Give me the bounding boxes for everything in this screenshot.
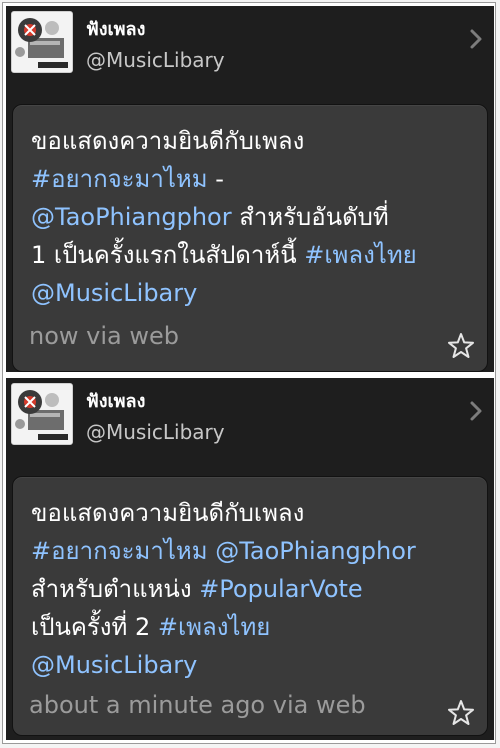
user-display-name[interactable]: ฟังเพลง xyxy=(86,386,145,415)
tweet-line: เป็นครั้งที่ 2 #เพลงไทย xyxy=(31,613,270,641)
user-display-name[interactable]: ฟังเพลง xyxy=(86,14,145,43)
tweet-bubble: ขอแสดงความยินดีกับเพลง #อยากจะมาไหม @Tao… xyxy=(12,476,488,736)
tweet-text: ขอแสดงความยินดีกับเพลง xyxy=(31,499,305,527)
chevron-right-icon[interactable] xyxy=(468,400,484,422)
tweet-line: @MusicLibary xyxy=(31,279,197,307)
tweet-text: ขอแสดงความยินดีกับเพลง xyxy=(31,127,305,155)
music-logo-icon xyxy=(12,12,72,72)
tweet-timestamp: about a minute ago via web xyxy=(29,691,366,719)
tweet-text: สำหรับอันดับที่ xyxy=(231,203,389,231)
tweet-text: สำหรับตำแหน่ง xyxy=(31,575,200,603)
user-avatar[interactable] xyxy=(11,11,73,73)
chevron-right-icon[interactable] xyxy=(468,28,484,50)
tweet-text: เป็นครั้งที่ 2 xyxy=(31,613,158,641)
tweet-panel: ฟังเพลง @MusicLibary ขอแสดงความยินดีกับเ… xyxy=(6,378,494,740)
tweet-header[interactable]: ฟังเพลง @MusicLibary xyxy=(6,6,494,98)
tweet-line: สำหรับตำแหน่ง #PopularVote xyxy=(31,575,363,603)
tweet-timestamp: now via web xyxy=(29,322,179,350)
star-outline-icon[interactable] xyxy=(447,332,475,360)
hashtag-link[interactable]: #เพลงไทย xyxy=(304,241,417,269)
mention-link[interactable]: @MusicLibary xyxy=(31,651,197,679)
tweet-line: ขอแสดงความยินดีกับเพลง xyxy=(31,127,304,155)
tweet-text: 1 เป็นครั้งแรกในสัปดาห์นี้ xyxy=(31,241,305,269)
tweet-line: @MusicLibary xyxy=(31,651,197,679)
mention-link[interactable]: @TaoPhiangphor xyxy=(215,537,416,565)
tweet-line: #อยากจะมาไหม - xyxy=(31,165,224,193)
tweet-line: 1 เป็นครั้งแรกในสัปดาห์นี้ #เพลงไทย xyxy=(31,241,417,269)
mention-link[interactable]: @MusicLibary xyxy=(31,279,197,307)
tweet-line: @TaoPhiangphor สำหรับอันดับที่ xyxy=(31,203,389,231)
tweet-bubble: ขอแสดงความยินดีกับเพลง #อยากจะมาไหม - @T… xyxy=(12,104,488,372)
user-avatar[interactable] xyxy=(11,383,73,445)
tweet-line: ขอแสดงความยินดีกับเพลง xyxy=(31,499,304,527)
tweet-header[interactable]: ฟังเพลง @MusicLibary xyxy=(6,378,494,470)
tweet-line: #อยากจะมาไหม @TaoPhiangphor xyxy=(31,537,416,565)
hashtag-link[interactable]: #เพลงไทย xyxy=(158,613,271,641)
user-handle[interactable]: @MusicLibary xyxy=(86,420,225,444)
star-outline-icon[interactable] xyxy=(447,699,475,727)
tweet-text: - xyxy=(207,165,224,193)
mention-link[interactable]: @TaoPhiangphor xyxy=(31,203,232,231)
user-handle[interactable]: @MusicLibary xyxy=(86,48,225,72)
hashtag-link[interactable]: #อยากจะมาไหม xyxy=(31,537,208,565)
music-logo-icon xyxy=(12,384,72,444)
hashtag-link[interactable]: #PopularVote xyxy=(199,575,363,603)
tweet-panel: ฟังเพลง @MusicLibary ขอแสดงความยินดีกับเ… xyxy=(6,6,494,372)
hashtag-link[interactable]: #อยากจะมาไหม xyxy=(31,165,208,193)
